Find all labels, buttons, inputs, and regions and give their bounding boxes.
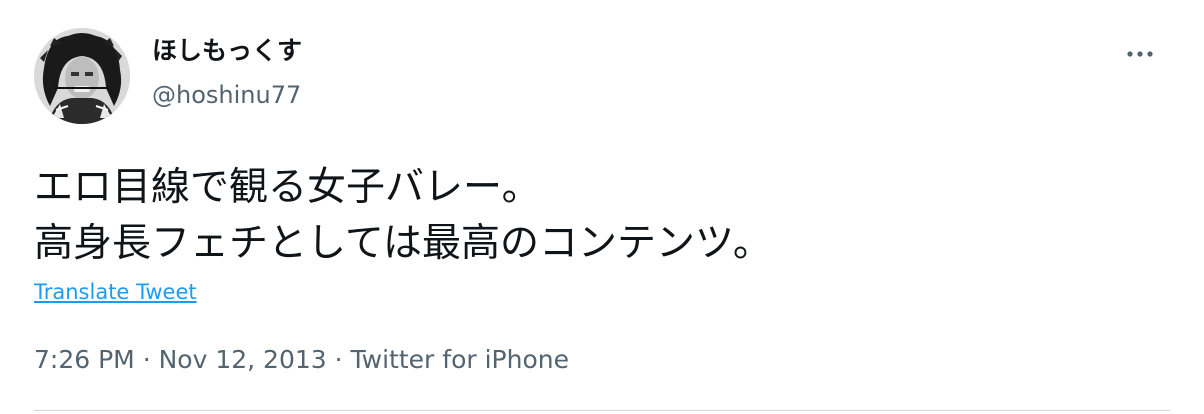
tweet-time[interactable]: 7:26 PM — [34, 345, 135, 374]
tweet-text-line: 高身長フェチとしては最高のコンテンツ。 — [34, 221, 772, 266]
tweet-metadata: 7:26 PM · Nov 12, 2013 · Twitter for iPh… — [34, 342, 569, 378]
display-name[interactable]: ほしもっくす — [152, 34, 302, 68]
user-handle[interactable]: @hoshinu77 — [152, 79, 301, 111]
meta-separator: · — [334, 345, 343, 374]
tweet-source: Twitter for iPhone — [350, 345, 569, 374]
tweet-date[interactable]: Nov 12, 2013 — [159, 345, 327, 374]
divider — [34, 410, 1170, 411]
translate-tweet-link[interactable]: Translate Tweet — [34, 277, 197, 307]
tweet-text-line: エロ目線で観る女子バレー。 — [34, 165, 541, 210]
more-options-button[interactable] — [1118, 36, 1162, 72]
more-dots-icon — [1127, 51, 1153, 57]
tweet-text: エロ目線で観る女子バレー。 高身長フェチとしては最高のコンテンツ。 — [34, 160, 1174, 272]
tweet-card: ほしもっくす @hoshinu77 エロ目線で観る女子バレー。 高身長フェチとし… — [0, 0, 1204, 414]
avatar-photo-icon — [34, 28, 130, 124]
avatar[interactable] — [34, 28, 130, 124]
meta-separator: · — [142, 345, 151, 374]
